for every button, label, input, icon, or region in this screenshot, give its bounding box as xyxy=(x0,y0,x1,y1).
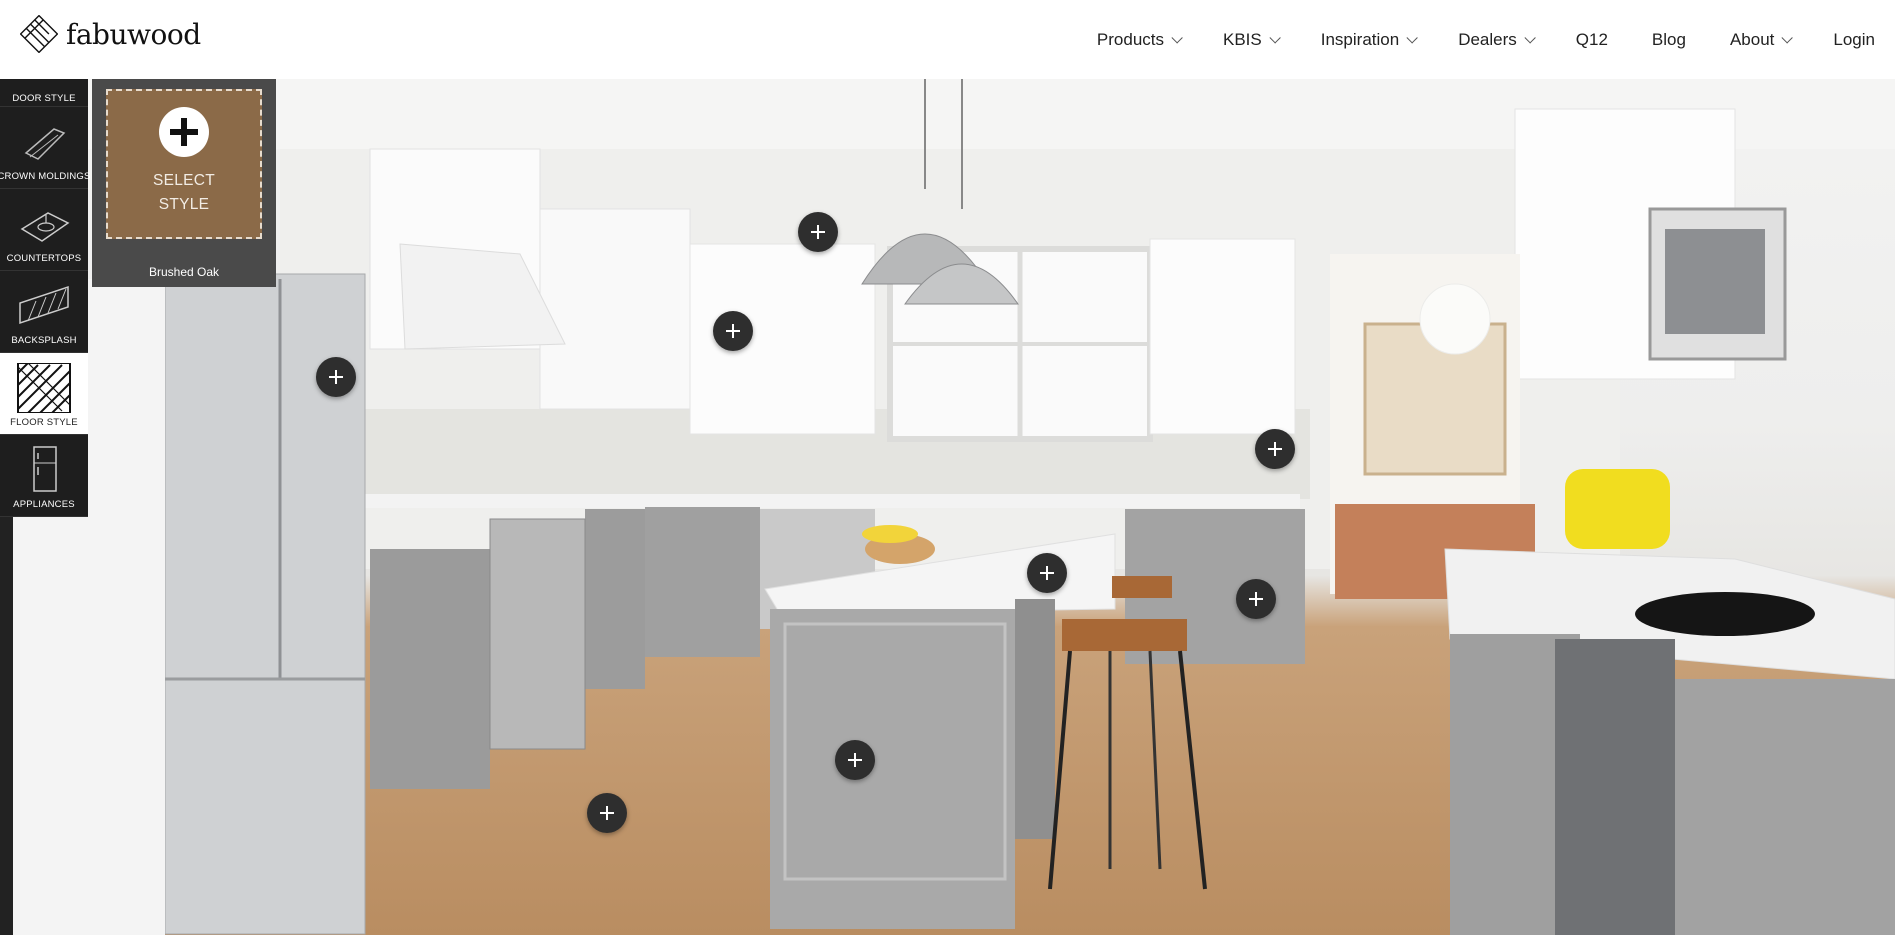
hotspot-backsplash[interactable] xyxy=(1255,429,1295,469)
floor-style-panel: SELECT STYLE Brushed Oak xyxy=(92,79,276,287)
sidebar-item-label: FLOOR STYLE xyxy=(10,417,78,428)
nav-item-label: Products xyxy=(1096,29,1164,49)
appliances-icon xyxy=(33,446,57,492)
sidebar-item-appliances[interactable]: APPLIANCES xyxy=(0,435,88,517)
sidebar-item-label: CROWN MOLDINGS xyxy=(0,171,91,182)
nav-item-login[interactable]: Login xyxy=(1811,30,1875,50)
crown-molding-icon xyxy=(24,128,66,160)
hotspot-upper-cabinet-left[interactable] xyxy=(798,212,838,252)
sidebar-item-label: COUNTERTOPS xyxy=(6,253,82,264)
select-style-label: SELECT STYLE xyxy=(153,169,215,217)
kitchen-visualizer-scene xyxy=(0,79,1895,935)
nav-item-label: Blog xyxy=(1651,29,1686,49)
nav-item-label: Inspiration xyxy=(1320,29,1400,49)
chevron-down-icon xyxy=(1781,31,1794,44)
hotspot-refrigerator[interactable] xyxy=(316,357,356,397)
nav-item-products[interactable]: Products xyxy=(1075,30,1201,50)
hotspot-island-cabinet[interactable] xyxy=(835,740,875,780)
select-style-line2: STYLE xyxy=(158,196,210,213)
hotspot-lower-cabinet-right[interactable] xyxy=(1236,579,1276,619)
nav-item-label: Login xyxy=(1833,29,1875,49)
select-style-line1: SELECT xyxy=(152,172,216,189)
nav-item-label: About xyxy=(1729,29,1775,49)
chevron-down-icon xyxy=(1171,31,1183,44)
sidebar-item-crown-moldings[interactable]: CROWN MOLDINGS xyxy=(0,107,91,189)
sidebar-item-floor-style[interactable]: FLOOR STYLE xyxy=(0,353,88,435)
hotspot-island-countertop[interactable] xyxy=(1027,553,1067,593)
chevron-down-icon xyxy=(1269,31,1281,44)
main-nav: Products KBIS Inspiration Dealers Q12 Bl… xyxy=(1075,0,1875,79)
sidebar-item-door-style[interactable]: DOOR STYLE xyxy=(0,79,88,107)
sidebar-item-backsplash[interactable]: BACKSPLASH xyxy=(0,271,88,353)
chevron-down-icon xyxy=(1524,31,1536,44)
selected-style-name: Brushed Oak xyxy=(148,265,220,279)
nav-item-blog[interactable]: Blog xyxy=(1630,30,1708,50)
logo-text: fabuwood xyxy=(66,17,201,51)
sidebar-item-label: DOOR STYLE xyxy=(12,93,76,104)
brand-logo[interactable]: fabuwood xyxy=(20,15,201,53)
nav-item-q12[interactable]: Q12 xyxy=(1554,30,1630,50)
nav-item-dealers[interactable]: Dealers xyxy=(1436,30,1554,50)
nav-item-label: Q12 xyxy=(1575,29,1608,49)
nav-item-label: Dealers xyxy=(1458,29,1517,49)
chevron-down-icon xyxy=(1406,31,1418,44)
category-sidebar: DOOR STYLE CROWN MOLDINGS COUNTERTOPS BA… xyxy=(0,79,91,517)
floor-style-icon xyxy=(17,363,71,413)
sidebar-item-label: APPLIANCES xyxy=(13,499,75,510)
countertop-icon xyxy=(20,212,70,242)
sidebar-item-countertops[interactable]: COUNTERTOPS xyxy=(0,189,88,271)
fabuwood-logo-icon xyxy=(20,15,58,53)
hotspot-upper-cabinet-center[interactable] xyxy=(713,311,753,351)
hotspot-floor[interactable] xyxy=(587,793,627,833)
site-header: fabuwood Products KBIS Inspiration Deale… xyxy=(0,0,1895,79)
backsplash-icon xyxy=(19,285,69,325)
nav-item-inspiration[interactable]: Inspiration xyxy=(1299,30,1436,50)
sidebar-item-label: BACKSPLASH xyxy=(11,335,77,346)
select-style-button[interactable]: SELECT STYLE xyxy=(106,89,262,239)
kitchen-illustration xyxy=(0,79,1895,935)
nav-item-label: KBIS xyxy=(1223,29,1262,49)
add-circle-icon xyxy=(159,107,209,157)
nav-item-about[interactable]: About xyxy=(1708,30,1811,50)
nav-item-kbis[interactable]: KBIS xyxy=(1201,30,1299,50)
